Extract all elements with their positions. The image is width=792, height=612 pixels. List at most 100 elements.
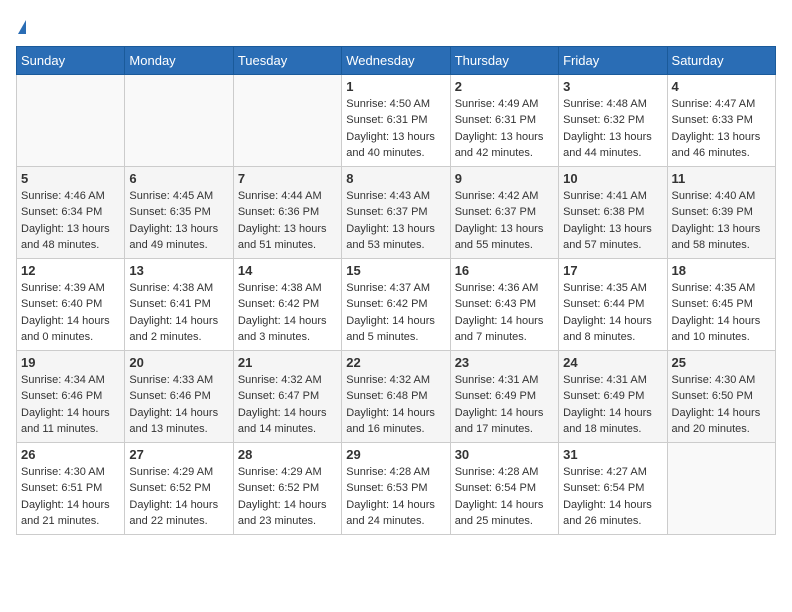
day-info: Sunrise: 4:29 AM Sunset: 6:52 PM Dayligh… — [129, 464, 228, 530]
calendar-cell: 19Sunrise: 4:34 AM Sunset: 6:46 PM Dayli… — [17, 350, 125, 442]
column-header-tuesday: Tuesday — [233, 46, 341, 74]
calendar-cell: 23Sunrise: 4:31 AM Sunset: 6:49 PM Dayli… — [450, 350, 558, 442]
calendar-cell: 5 Sunrise: 4:46 AM Sunset: 6:34 PM Daylig… — [17, 166, 125, 258]
calendar-cell — [125, 74, 233, 166]
day-info: Sunrise: 4:41 AM Sunset: 6:38 PM Dayligh… — [563, 188, 662, 254]
calendar-cell: 17Sunrise: 4:35 AM Sunset: 6:44 PM Dayli… — [559, 258, 667, 350]
calendar-cell: 30Sunrise: 4:28 AM Sunset: 6:54 PM Dayli… — [450, 442, 558, 534]
day-info: Sunrise: 4:45 AM Sunset: 6:35 PM Dayligh… — [129, 188, 228, 254]
calendar-cell: 13Sunrise: 4:38 AM Sunset: 6:41 PM Dayli… — [125, 258, 233, 350]
calendar-cell: 3 Sunrise: 4:48 AM Sunset: 6:32 PM Daylig… — [559, 74, 667, 166]
calendar-cell: 31 Sunrise: 4:27 AM Sunset: 6:54 PM Dayli… — [559, 442, 667, 534]
day-number: 19 — [21, 355, 120, 370]
calendar-cell: 4Sunrise: 4:47 AM Sunset: 6:33 PM Daylig… — [667, 74, 775, 166]
calendar-cell: 22 Sunrise: 4:32 AM Sunset: 6:48 PM Dayli… — [342, 350, 450, 442]
day-info: Sunrise: 4:35 AM Sunset: 6:45 PM Dayligh… — [672, 280, 771, 346]
day-number: 8 — [346, 171, 445, 186]
calendar-cell: 29 Sunrise: 4:28 AM Sunset: 6:53 PM Dayli… — [342, 442, 450, 534]
logo-top — [16, 16, 26, 36]
day-info: Sunrise: 4:37 AM Sunset: 6:42 PM Dayligh… — [346, 280, 445, 346]
day-number: 2 — [455, 79, 554, 94]
calendar-cell — [233, 74, 341, 166]
calendar-cell: 25 Sunrise: 4:30 AM Sunset: 6:50 PM Dayli… — [667, 350, 775, 442]
calendar-cell: 6 Sunrise: 4:45 AM Sunset: 6:35 PM Daylig… — [125, 166, 233, 258]
day-number: 24 — [563, 355, 662, 370]
day-number: 22 — [346, 355, 445, 370]
day-info: Sunrise: 4:42 AM Sunset: 6:37 PM Dayligh… — [455, 188, 554, 254]
day-number: 15 — [346, 263, 445, 278]
page-header — [16, 16, 776, 36]
calendar-cell: 26 Sunrise: 4:30 AM Sunset: 6:51 PM Dayli… — [17, 442, 125, 534]
day-number: 26 — [21, 447, 120, 462]
day-number: 3 — [563, 79, 662, 94]
calendar-week-row: 12 Sunrise: 4:39 AM Sunset: 6:40 PM Dayli… — [17, 258, 776, 350]
day-info: Sunrise: 4:36 AM Sunset: 6:43 PM Dayligh… — [455, 280, 554, 346]
day-number: 23 — [455, 355, 554, 370]
column-header-friday: Friday — [559, 46, 667, 74]
day-number: 5 — [21, 171, 120, 186]
calendar-header-row: SundayMondayTuesdayWednesdayThursdayFrid… — [17, 46, 776, 74]
calendar-cell: 24 Sunrise: 4:31 AM Sunset: 6:49 PM Dayli… — [559, 350, 667, 442]
day-info: Sunrise: 4:29 AM Sunset: 6:52 PM Dayligh… — [238, 464, 337, 530]
calendar-week-row: 26 Sunrise: 4:30 AM Sunset: 6:51 PM Dayli… — [17, 442, 776, 534]
calendar-cell: 28 Sunrise: 4:29 AM Sunset: 6:52 PM Dayli… — [233, 442, 341, 534]
day-info: Sunrise: 4:30 AM Sunset: 6:51 PM Dayligh… — [21, 464, 120, 530]
calendar-week-row: 5 Sunrise: 4:46 AM Sunset: 6:34 PM Daylig… — [17, 166, 776, 258]
calendar-cell: 10Sunrise: 4:41 AM Sunset: 6:38 PM Dayli… — [559, 166, 667, 258]
day-info: Sunrise: 4:35 AM Sunset: 6:44 PM Dayligh… — [563, 280, 662, 346]
calendar-week-row: 1 Sunrise: 4:50 AM Sunset: 6:31 PM Daylig… — [17, 74, 776, 166]
day-info: Sunrise: 4:44 AM Sunset: 6:36 PM Dayligh… — [238, 188, 337, 254]
day-number: 11 — [672, 171, 771, 186]
calendar-cell: 21 Sunrise: 4:32 AM Sunset: 6:47 PM Dayli… — [233, 350, 341, 442]
day-number: 14 — [238, 263, 337, 278]
calendar-cell — [667, 442, 775, 534]
column-header-wednesday: Wednesday — [342, 46, 450, 74]
day-number: 31 — [563, 447, 662, 462]
calendar-cell: 18 Sunrise: 4:35 AM Sunset: 6:45 PM Dayli… — [667, 258, 775, 350]
day-info: Sunrise: 4:50 AM Sunset: 6:31 PM Dayligh… — [346, 96, 445, 162]
calendar-table: SundayMondayTuesdayWednesdayThursdayFrid… — [16, 46, 776, 535]
calendar-cell: 11 Sunrise: 4:40 AM Sunset: 6:39 PM Dayli… — [667, 166, 775, 258]
day-info: Sunrise: 4:39 AM Sunset: 6:40 PM Dayligh… — [21, 280, 120, 346]
calendar-cell: 27 Sunrise: 4:29 AM Sunset: 6:52 PM Dayli… — [125, 442, 233, 534]
logo-triangle-icon — [18, 20, 26, 34]
day-info: Sunrise: 4:47 AM Sunset: 6:33 PM Dayligh… — [672, 96, 771, 162]
calendar-cell: 9 Sunrise: 4:42 AM Sunset: 6:37 PM Daylig… — [450, 166, 558, 258]
day-number: 18 — [672, 263, 771, 278]
day-info: Sunrise: 4:30 AM Sunset: 6:50 PM Dayligh… — [672, 372, 771, 438]
day-info: Sunrise: 4:33 AM Sunset: 6:46 PM Dayligh… — [129, 372, 228, 438]
day-number: 9 — [455, 171, 554, 186]
day-number: 1 — [346, 79, 445, 94]
calendar-cell: 7 Sunrise: 4:44 AM Sunset: 6:36 PM Daylig… — [233, 166, 341, 258]
day-info: Sunrise: 4:32 AM Sunset: 6:48 PM Dayligh… — [346, 372, 445, 438]
day-info: Sunrise: 4:27 AM Sunset: 6:54 PM Dayligh… — [563, 464, 662, 530]
calendar-cell: 16Sunrise: 4:36 AM Sunset: 6:43 PM Dayli… — [450, 258, 558, 350]
day-number: 13 — [129, 263, 228, 278]
column-header-monday: Monday — [125, 46, 233, 74]
day-number: 12 — [21, 263, 120, 278]
day-info: Sunrise: 4:28 AM Sunset: 6:53 PM Dayligh… — [346, 464, 445, 530]
calendar-week-row: 19Sunrise: 4:34 AM Sunset: 6:46 PM Dayli… — [17, 350, 776, 442]
calendar-cell: 2 Sunrise: 4:49 AM Sunset: 6:31 PM Daylig… — [450, 74, 558, 166]
day-info: Sunrise: 4:48 AM Sunset: 6:32 PM Dayligh… — [563, 96, 662, 162]
day-number: 21 — [238, 355, 337, 370]
day-info: Sunrise: 4:38 AM Sunset: 6:42 PM Dayligh… — [238, 280, 337, 346]
day-info: Sunrise: 4:32 AM Sunset: 6:47 PM Dayligh… — [238, 372, 337, 438]
column-header-thursday: Thursday — [450, 46, 558, 74]
day-number: 7 — [238, 171, 337, 186]
day-info: Sunrise: 4:40 AM Sunset: 6:39 PM Dayligh… — [672, 188, 771, 254]
day-info: Sunrise: 4:46 AM Sunset: 6:34 PM Dayligh… — [21, 188, 120, 254]
day-number: 27 — [129, 447, 228, 462]
day-number: 29 — [346, 447, 445, 462]
day-number: 25 — [672, 355, 771, 370]
calendar-cell: 8Sunrise: 4:43 AM Sunset: 6:37 PM Daylig… — [342, 166, 450, 258]
day-number: 20 — [129, 355, 228, 370]
day-info: Sunrise: 4:31 AM Sunset: 6:49 PM Dayligh… — [563, 372, 662, 438]
calendar-cell — [17, 74, 125, 166]
calendar-cell: 12 Sunrise: 4:39 AM Sunset: 6:40 PM Dayli… — [17, 258, 125, 350]
calendar-cell: 15 Sunrise: 4:37 AM Sunset: 6:42 PM Dayli… — [342, 258, 450, 350]
column-header-sunday: Sunday — [17, 46, 125, 74]
day-number: 28 — [238, 447, 337, 462]
day-info: Sunrise: 4:49 AM Sunset: 6:31 PM Dayligh… — [455, 96, 554, 162]
day-number: 6 — [129, 171, 228, 186]
